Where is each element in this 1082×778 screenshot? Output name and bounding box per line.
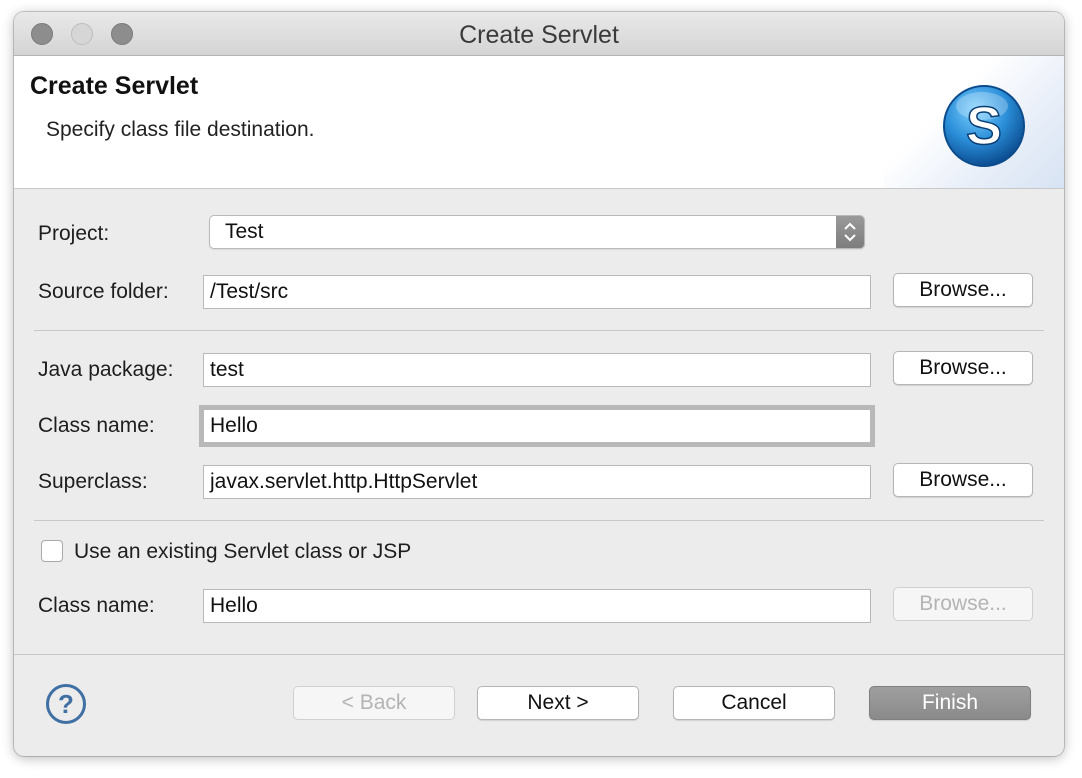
source-folder-input[interactable]: /Test/src xyxy=(203,275,871,309)
create-servlet-dialog: Create Servlet Create Servlet Specify cl… xyxy=(14,12,1064,756)
cancel-button[interactable]: Cancel xyxy=(673,686,835,720)
source-folder-browse-button[interactable]: Browse... xyxy=(893,273,1033,307)
window-title: Create Servlet xyxy=(459,21,619,49)
existing-class-name-input: Hello xyxy=(203,589,871,623)
question-mark-icon[interactable]: ? xyxy=(46,684,86,724)
project-select[interactable]: Test xyxy=(209,215,865,249)
superclass-label: Superclass: xyxy=(38,470,148,493)
java-package-label: Java package: xyxy=(38,358,174,381)
servlet-s-icon: S xyxy=(943,85,1025,167)
separator xyxy=(34,520,1044,521)
java-package-input[interactable]: test xyxy=(203,353,871,387)
next-button[interactable]: Next > xyxy=(477,686,639,720)
finish-button[interactable]: Finish xyxy=(869,686,1031,720)
project-label: Project: xyxy=(38,222,110,245)
banner-description: Specify class file destination. xyxy=(46,118,315,141)
use-existing-label[interactable]: Use an existing Servlet class or JSP xyxy=(74,540,411,564)
back-button: < Back xyxy=(293,686,455,720)
java-package-browse-button[interactable]: Browse... xyxy=(893,351,1033,385)
class-name-label: Class name: xyxy=(38,414,155,437)
title-bar[interactable]: Create Servlet xyxy=(14,12,1064,56)
logo-letter: S xyxy=(966,96,1002,156)
source-folder-label: Source folder: xyxy=(38,280,169,303)
superclass-input[interactable]: javax.servlet.http.HttpServlet xyxy=(203,465,871,499)
use-existing-checkbox[interactable] xyxy=(41,540,63,562)
separator xyxy=(34,330,1044,331)
class-name-input[interactable]: Hello xyxy=(199,405,875,447)
footer-separator xyxy=(14,654,1064,655)
existing-class-name-label: Class name: xyxy=(38,594,155,617)
wizard-banner: Create Servlet Specify class file destin… xyxy=(14,56,1064,189)
superclass-browse-button[interactable]: Browse... xyxy=(893,463,1033,497)
existing-class-browse-button: Browse... xyxy=(893,587,1033,621)
updown-chevron-icon xyxy=(836,216,864,248)
project-select-value: Test xyxy=(225,220,264,243)
banner-title: Create Servlet xyxy=(30,72,199,100)
